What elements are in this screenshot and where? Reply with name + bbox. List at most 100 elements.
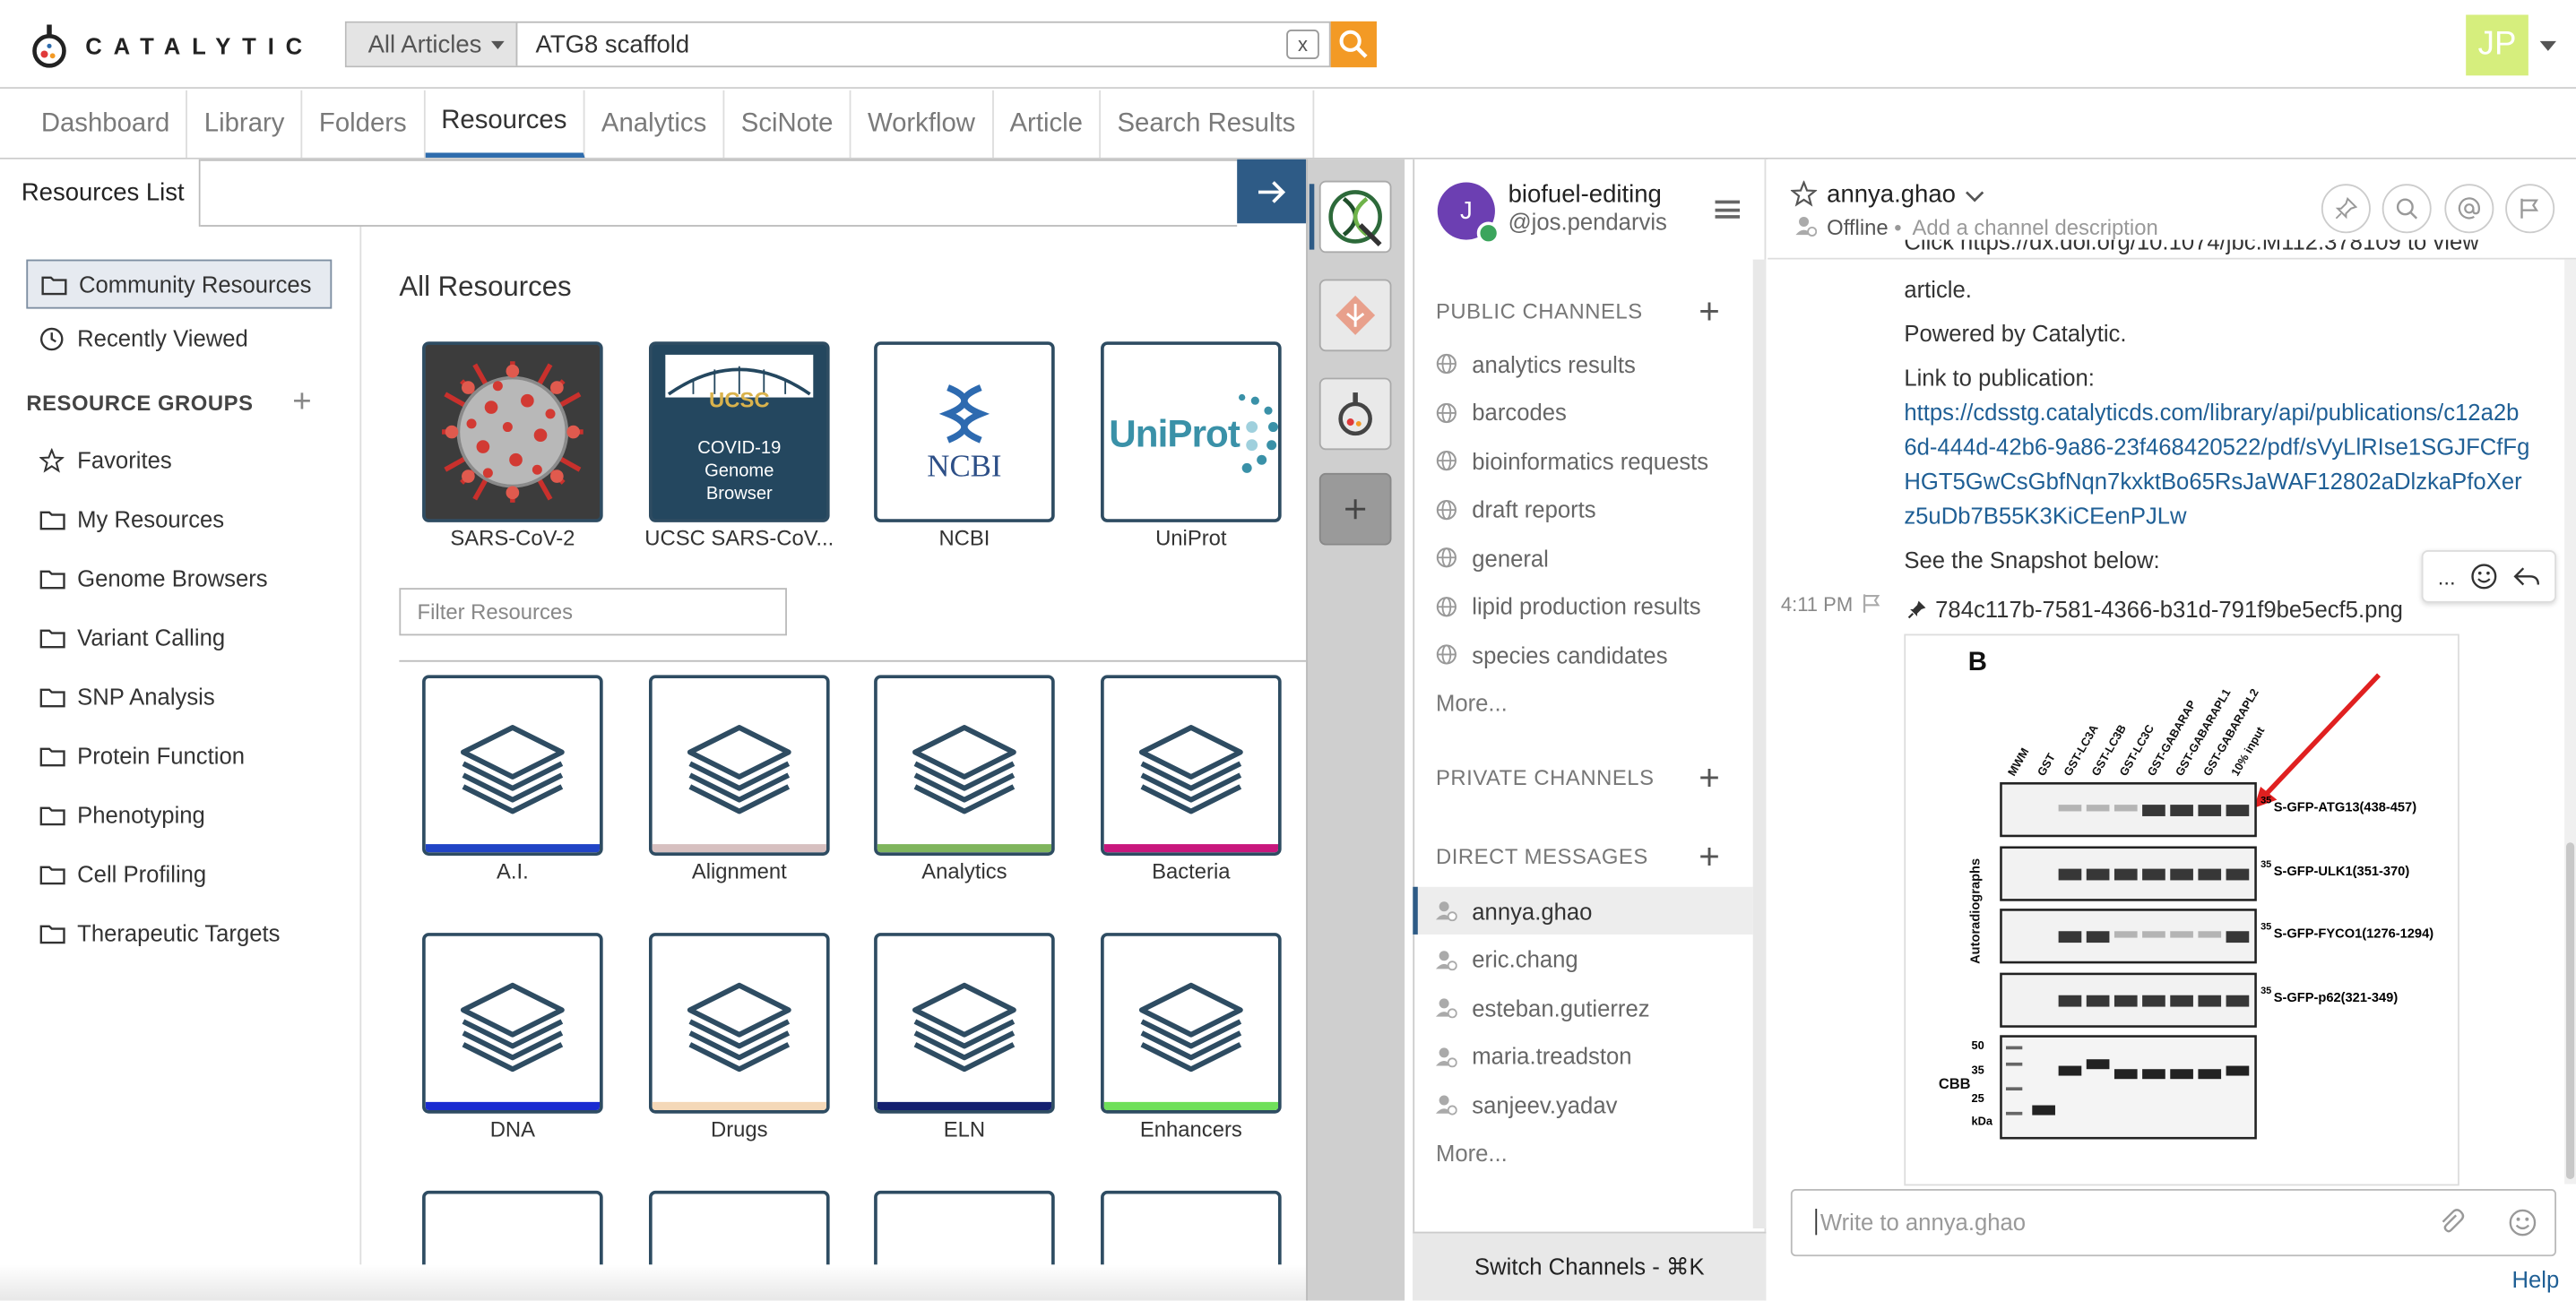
blot-band (2058, 805, 2082, 812)
public-channels-more-link[interactable]: More... (1436, 690, 1508, 716)
search-button[interactable] (1330, 21, 1377, 68)
tab-analytics[interactable]: Analytics (585, 90, 725, 158)
add-private-channel-button[interactable]: + (1699, 760, 1720, 796)
channel-item-analytics-results[interactable]: analytics results (1413, 340, 1752, 387)
publication-link[interactable]: https://cdsstg.catalyticds.com/library/a… (1904, 396, 2531, 534)
app-logo[interactable]: CATALYTIC (30, 20, 325, 73)
resource-card-drugs[interactable] (648, 933, 830, 1114)
tab-folders[interactable]: Folders (303, 90, 425, 158)
channel-item-lipid-production-results[interactable]: lipid production results (1413, 582, 1752, 630)
user-avatar[interactable]: JP (2466, 14, 2528, 76)
resource-card-bacteria[interactable] (1101, 675, 1282, 856)
tab-scinote[interactable]: SciNote (724, 90, 851, 158)
search-scope-select[interactable]: All Articles (346, 22, 518, 66)
search-input[interactable]: ATG8 scaffold (517, 23, 1328, 66)
dm-item-esteban-gutierrez[interactable]: esteban.gutierrez (1413, 984, 1752, 1031)
sidebar-item-therapeutic-targets[interactable]: Therapeutic Targets (26, 909, 332, 958)
resource-card-ncbi[interactable]: NCBI (874, 341, 1055, 522)
cbb-label: CBB (1939, 1076, 1971, 1092)
resources-go-button[interactable] (1237, 159, 1307, 224)
more-actions-button[interactable]: ... (2438, 564, 2456, 589)
chevron-down-icon[interactable] (1965, 191, 1984, 204)
help-link[interactable]: Help (2512, 1266, 2560, 1292)
rail-app-dna-lab[interactable] (1318, 180, 1392, 254)
sidebar-item-cell-profiling[interactable]: Cell Profiling (26, 849, 332, 899)
rail-add-app-button[interactable] (1318, 472, 1392, 546)
message-timestamp[interactable]: 4:11 PM (1781, 593, 1853, 616)
message-input[interactable]: Write to annya.ghao (1815, 1209, 2026, 1236)
dm-item-sanjeev-yadav[interactable]: sanjeev.yadav (1413, 1081, 1752, 1128)
resource-card-uniprot[interactable]: UniProt (1101, 341, 1282, 522)
tab-search-results[interactable]: Search Results (1101, 90, 1314, 158)
direct-messages-more-link[interactable]: More... (1436, 1140, 1508, 1166)
offline-user-icon (1795, 216, 1818, 237)
blot-band (2170, 995, 2193, 1007)
tab-dashboard[interactable]: Dashboard (24, 90, 188, 158)
snapshot-image[interactable]: B MWM GST GST-LC3A GST-LC3B GST-LC3C GST-GABA… (1904, 633, 2459, 1186)
sidebar-item-label: Genome Browsers (77, 564, 268, 591)
sidebar-item-phenotyping[interactable]: Phenotyping (26, 790, 332, 840)
resource-card-enhancers[interactable] (1101, 933, 1282, 1114)
pinned-messages-button[interactable] (2321, 184, 2371, 234)
resource-card-analytics[interactable] (874, 675, 1055, 856)
attachment-filename[interactable]: 784c117b-7581-4366-b31d-791f9be5ecf5.png (1935, 596, 2403, 622)
channel-item-bioinformatics-requests[interactable]: bioinformatics requests (1413, 437, 1752, 485)
resource-card-sars-cov-2[interactable] (422, 341, 603, 522)
chat-scrollbar-thumb[interactable] (2565, 842, 2575, 1180)
sidebar-item-genome-browsers[interactable]: Genome Browsers (26, 554, 332, 603)
chevron-down-icon[interactable] (2539, 40, 2556, 51)
channel-scrollbar[interactable] (1752, 259, 1767, 1229)
rail-app-leaf[interactable] (1318, 279, 1392, 352)
channel-title[interactable]: annya.ghao (1827, 181, 1956, 209)
flag-icon[interactable] (1862, 593, 1883, 615)
sidebar-item-favorites[interactable]: Favorites (26, 435, 332, 485)
reply-icon[interactable] (2513, 565, 2540, 589)
dm-item-eric-chang[interactable]: eric.chang (1413, 935, 1752, 983)
tab-workflow[interactable]: Workflow (851, 90, 994, 158)
add-direct-message-button[interactable]: + (1699, 839, 1720, 875)
dm-item-maria-treadston[interactable]: maria.treadston (1413, 1032, 1752, 1080)
channel-description[interactable]: Add a channel description (1912, 215, 2157, 239)
channel-item-barcodes[interactable]: barcodes (1413, 388, 1752, 435)
search-button[interactable] (2382, 184, 2432, 234)
mentions-button[interactable] (2444, 184, 2494, 234)
tab-article[interactable]: Article (993, 90, 1102, 158)
clear-search-button[interactable]: x (1286, 29, 1319, 59)
sidebar-item-protein-function[interactable]: Protein Function (26, 731, 332, 780)
message-text: Powered by Catalytic. (1904, 320, 2127, 347)
resource-card-alignment[interactable] (648, 675, 830, 856)
tab-resources[interactable]: Resources (424, 90, 585, 158)
channel-item-draft-reports[interactable]: draft reports (1413, 486, 1752, 533)
sidebar-item-variant-calling[interactable]: Variant Calling (26, 613, 332, 662)
resource-card-ucsc[interactable]: UCSC COVID-19 Genome Browser (648, 341, 830, 522)
sidebar-item-snp-analysis[interactable]: SNP Analysis (26, 672, 332, 721)
attach-file-icon[interactable] (2436, 1207, 2466, 1236)
resources-search-input[interactable] (200, 159, 1238, 227)
tab-library[interactable]: Library (187, 90, 303, 158)
channel-item-general[interactable]: general (1413, 534, 1752, 582)
add-public-channel-button[interactable]: + (1699, 293, 1720, 329)
emoji-picker-icon[interactable] (2509, 1209, 2537, 1236)
sidebar-item-recently-viewed[interactable]: Recently Viewed (26, 314, 332, 363)
channel-item-species-candidates[interactable]: species candidates (1413, 631, 1752, 678)
sidebar-item-community-resources[interactable]: Community Resources (26, 259, 333, 309)
flagged-messages-button[interactable] (2505, 184, 2555, 234)
pin-icon (2335, 196, 2358, 220)
ucsc-line-2: Genome (705, 461, 774, 482)
favorite-star-icon[interactable] (1790, 180, 1818, 207)
resource-card-eln[interactable] (874, 933, 1055, 1114)
resource-card-dna[interactable] (422, 933, 603, 1114)
dm-item-annya-ghao[interactable]: annya.ghao (1413, 886, 1753, 935)
rail-app-catalytic[interactable] (1318, 377, 1392, 451)
hamburger-menu-icon[interactable] (1715, 200, 1741, 219)
resource-card-label: ELN (943, 1116, 986, 1142)
filter-resources-input[interactable]: Filter Resources (399, 588, 787, 636)
add-group-button[interactable]: + (292, 386, 311, 419)
switch-channels-button[interactable]: Switch Channels - ⌘K (1413, 1231, 1767, 1301)
cbb-band (2198, 1069, 2222, 1080)
category-color-bar (1103, 844, 1278, 853)
resource-card-a-i[interactable] (422, 675, 603, 856)
sidebar-item-my-resources[interactable]: My Resources (26, 495, 332, 544)
virus-image (425, 344, 601, 520)
emoji-icon[interactable] (2471, 564, 2498, 590)
